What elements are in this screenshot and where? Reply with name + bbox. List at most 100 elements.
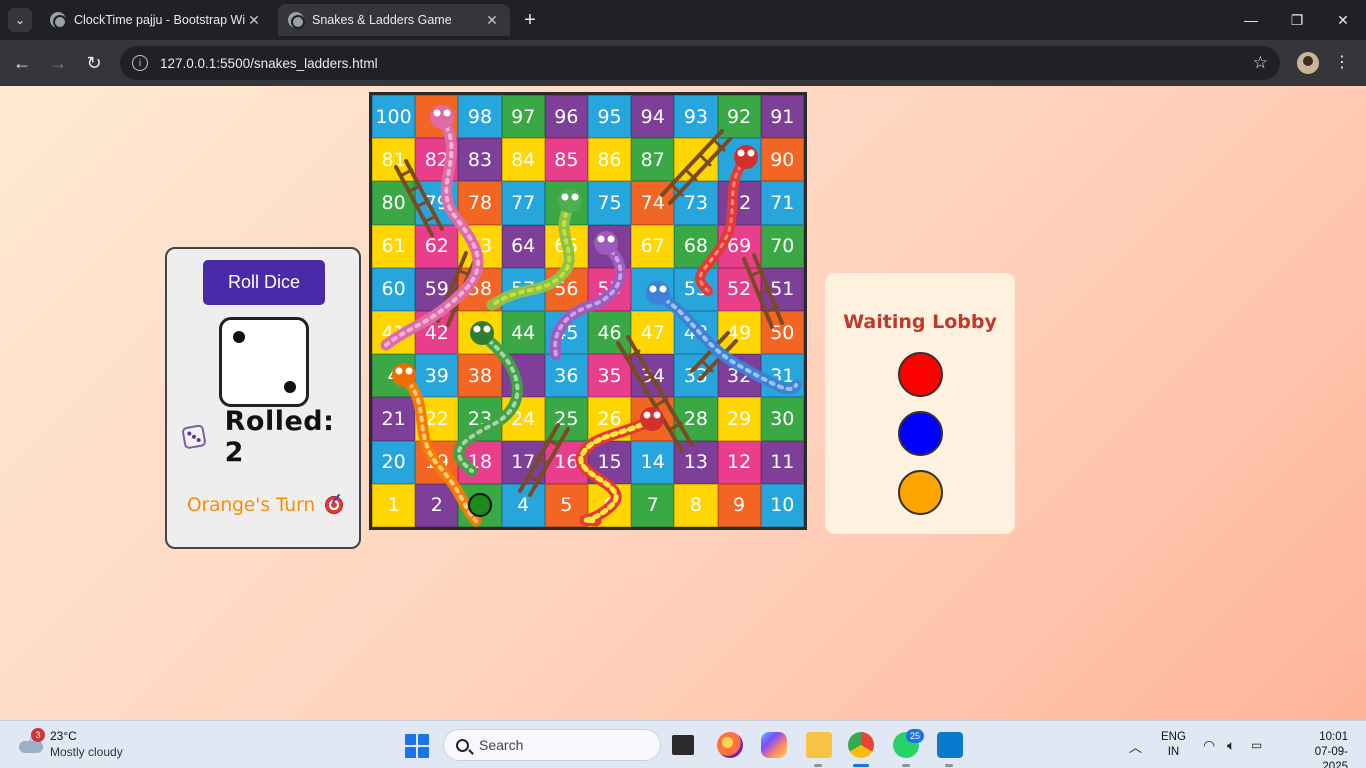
show-hidden-icons-chevron[interactable]: ︿: [1129, 737, 1142, 756]
chrome-icon[interactable]: [848, 732, 874, 758]
board-cell: 78: [458, 181, 502, 225]
profile-avatar[interactable]: [1297, 52, 1319, 74]
board-cell: [501, 354, 545, 398]
board-cell: 65: [544, 224, 588, 268]
new-tab-button[interactable]: +: [520, 10, 540, 30]
whatsapp-badge: 25: [906, 729, 924, 743]
board-cell: 28: [674, 397, 718, 441]
running-indicator: [814, 764, 822, 767]
board-cell: 17: [501, 440, 545, 484]
volume-icon[interactable]: 🔈︎: [1227, 737, 1235, 754]
board-cell: 10: [760, 483, 804, 527]
board-cell: 30: [760, 397, 804, 441]
board-cell: 74: [631, 181, 675, 225]
globe-icon: [288, 12, 305, 29]
reload-button[interactable]: ↻: [82, 51, 106, 75]
weather-temperature[interactable]: 23°C: [50, 729, 77, 743]
board-cell: [631, 267, 675, 311]
waiting-lobby: Waiting Lobby: [825, 273, 1015, 534]
forward-button[interactable]: →: [46, 51, 70, 75]
close-window-button[interactable]: ✕: [1320, 0, 1366, 40]
board-cell: 13: [674, 440, 718, 484]
wifi-icon[interactable]: ◠: [1203, 737, 1215, 754]
clock-date: 07-09-2025: [1314, 746, 1348, 768]
search-placeholder: Search: [479, 737, 524, 753]
board-cell: 31: [760, 354, 804, 398]
board-cell: 23: [458, 397, 502, 441]
file-explorer-icon[interactable]: [806, 732, 832, 758]
battery-icon[interactable]: ▭: [1251, 738, 1262, 752]
lobby-player-orange: [898, 470, 943, 515]
turn-label: Orange's Turn: [186, 495, 316, 516]
language-code: ENG: [1161, 731, 1186, 743]
board-cell: 63: [458, 224, 502, 268]
board-cell: 97: [501, 95, 545, 139]
lobby-player-blue: [898, 411, 943, 456]
bookmark-star-icon[interactable]: ☆: [1253, 53, 1268, 73]
board-cell: 55: [587, 267, 632, 311]
board-cell: 79: [415, 181, 459, 225]
board-cell: 96: [544, 95, 588, 139]
board-cell: 42: [415, 310, 459, 355]
back-button[interactable]: ←: [10, 51, 34, 75]
site-info-icon[interactable]: i: [132, 55, 148, 71]
board-cell: 82: [415, 138, 459, 182]
board-cell: 18: [458, 440, 502, 484]
clock-time: 10:01: [1319, 731, 1348, 743]
close-tab-icon[interactable]: ✕: [484, 12, 500, 28]
board-cell: 64: [501, 224, 545, 268]
board-cell: 93: [674, 95, 718, 139]
board-cell: 22: [415, 397, 459, 441]
copilot-icon[interactable]: [761, 732, 787, 758]
board-cell: 81: [372, 138, 416, 182]
firefox-icon[interactable]: [717, 732, 743, 758]
board-cell: 70: [760, 224, 804, 268]
board-cell: 38: [458, 354, 502, 398]
browser-tab-clocktime[interactable]: ClockTime pajju - Bootstrap Wi ✕: [40, 4, 272, 36]
board-cell: [587, 224, 632, 268]
board-cell: 60: [372, 267, 416, 311]
board-cell: 87: [631, 138, 675, 182]
weather-condition[interactable]: Mostly cloudy: [50, 745, 123, 759]
system-clock[interactable]: 10:01 07-09-2025: [1300, 730, 1348, 768]
board-cell: 24: [501, 397, 545, 441]
restore-button[interactable]: ❐: [1274, 0, 1320, 40]
tab-search-button[interactable]: ⌄: [8, 8, 32, 32]
board-cell: 58: [458, 267, 502, 311]
browser-tab-snakes-ladders[interactable]: Snakes & Ladders Game ✕: [278, 4, 510, 36]
running-indicator: [945, 764, 953, 767]
address-bar[interactable]: i 127.0.0.1:5500/snakes_ladders.html ☆: [120, 46, 1280, 80]
windows-taskbar: 3 23°C Mostly cloudy Search 25 ︿ ENG IN …: [0, 720, 1366, 768]
board-cell: 98: [458, 95, 502, 139]
board-cell: 75: [587, 181, 632, 225]
board-cell: [415, 95, 459, 139]
board-cell: 59: [415, 267, 459, 311]
game-page: Roll Dice Rolled: 2 Orange's Turn 100 98 9…: [0, 86, 1366, 720]
task-view-icon[interactable]: [672, 735, 694, 755]
board-cell: 57: [501, 267, 545, 311]
board-cell: 11: [760, 440, 804, 484]
board-cell: 6: [587, 483, 632, 527]
board-cell: 94: [631, 95, 675, 139]
board-cell: 62: [415, 224, 459, 268]
board-cell: 69: [717, 224, 761, 268]
board-cell: 47: [631, 310, 675, 355]
board-cell: 56: [544, 267, 588, 311]
taskbar-search[interactable]: Search: [443, 729, 661, 761]
board-cell: 100: [372, 95, 416, 139]
roll-dice-button[interactable]: Roll Dice: [203, 260, 325, 305]
board-cell: 48: [674, 310, 718, 355]
board-grid: 100 98 97 96 95 94 93 92 91 81 82 83 84 85 86 87 90 80 79 7…: [372, 95, 804, 527]
search-icon: [456, 738, 469, 752]
board-cell: 1: [372, 483, 416, 527]
minimize-button[interactable]: —: [1228, 0, 1274, 40]
target-icon: [325, 496, 344, 514]
game-board: 100 98 97 96 95 94 93 92 91 81 82 83 84 85 86 87 90 80 79 7…: [369, 92, 807, 530]
close-tab-icon[interactable]: ✕: [246, 12, 262, 28]
windows-start-icon[interactable]: [405, 734, 429, 758]
vscode-icon[interactable]: [937, 732, 963, 758]
board-cell: 7: [631, 483, 675, 527]
board-cell: 91: [760, 95, 804, 139]
browser-menu-icon[interactable]: ⋮: [1334, 52, 1350, 72]
language-indicator[interactable]: ENG IN: [1161, 730, 1186, 760]
